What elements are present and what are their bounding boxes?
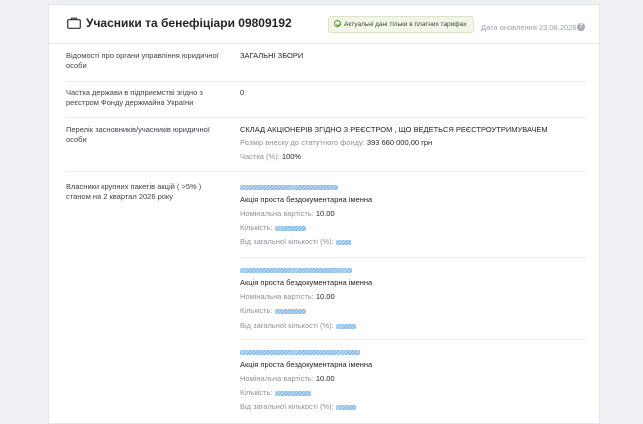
help-icon[interactable]: ? [577,23,585,31]
nominal-value: 10.00 [315,292,335,301]
shareholders-row: Власники крупних пакетів акцій ( >5% ) с… [66,171,587,421]
participants-card: Учасники та бенефіціари 09809192 Актуаль… [48,4,601,424]
briefcase-icon [67,17,81,29]
nominal-value: 10.00 [315,209,335,218]
nominal-value: 10.00 [315,374,335,383]
nominal-label: Номінальна вартість: [240,292,314,301]
hidden-value [240,267,352,273]
nominal-line: Номінальна вартість: 10.00 [240,209,335,218]
item-divider [240,257,587,258]
percent-label: Від загальної кількості (%): [240,237,334,246]
card-header: Учасники та бенефіціари 09809192 Актуаль… [49,5,601,44]
nominal-label: Номінальна вартість: [240,374,314,383]
founders-label: Перелік засновників/учасників юридичної … [66,125,210,144]
paid-plan-badge[interactable]: Актуальні дані тільки в платних тарифах [328,16,474,33]
item-divider [240,339,587,340]
percent-line: Від загальної кількості (%): [240,321,356,330]
percent-line: Від загальної кількості (%): [240,237,351,246]
share-type: Акція проста бездокументарна іменна [240,278,373,287]
quantity-label: Кількість: [240,223,273,232]
shareholder-name-hidden [240,265,352,274]
page-title: Учасники та бенефіціари 09809192 [86,16,292,30]
hidden-value [274,225,306,231]
state-share-label: Частка держави в підприємстві згідно з р… [66,88,203,107]
update-date: Дата оновлення 23.08.2026 [481,23,577,32]
share-type: Акція проста бездокументарна іменна [240,195,373,204]
governance-label: Відомості про органи управління юридично… [66,51,219,70]
nominal-label: Номінальна вартість: [240,209,314,218]
contribution-label: Розмір внеску до статутного фонду: [240,138,365,147]
hidden-value [335,239,351,245]
nominal-line: Номінальна вартість: 10.00 [240,374,335,383]
founders-row: Перелік засновників/учасників юридичної … [66,117,587,172]
governance-row: Відомості про органи управління юридично… [66,45,587,82]
hidden-value [274,390,311,396]
percent-line: Від загальної кількості (%): [240,402,356,411]
share-type: Акція проста бездокументарна іменна [240,360,373,369]
percent-label: Від загальної кількості (%): [240,402,334,411]
shareholders-label: Власники крупних пакетів акцій ( >5% ) с… [66,182,202,201]
contribution-line: Розмір внеску до статутного фонду: 393 6… [240,138,432,147]
nominal-line: Номінальна вартість: 10.00 [240,292,335,301]
quantity-line: Кількість: [240,223,306,232]
share-value: 100% [281,152,302,161]
share-label: Частка (%): [240,152,280,161]
quantity-label: Кількість: [240,306,273,315]
quantity-line: Кількість: [240,306,306,315]
contribution-value: 393 660 000,00 грн [366,138,433,147]
shareholder-name-hidden [240,182,338,191]
paid-plan-badge-label: Актуальні дані тільки в платних тарифах [344,21,467,28]
state-share-row: Частка держави в підприємстві згідно з р… [66,81,587,118]
hidden-value [335,404,356,410]
founders-value: СКЛАД АКЦІОНЕРІВ ЗГІДНО З РЕЄСТРОМ , ЩО … [240,125,548,134]
check-circle-icon [334,20,341,27]
hidden-value [240,184,338,190]
state-share-value: 0 [240,88,245,97]
hidden-value [274,308,306,314]
governance-value: ЗАГАЛЬНІ ЗБОРИ [240,51,304,60]
percent-label: Від загальної кількості (%): [240,321,334,330]
hidden-value [240,349,360,355]
quantity-label: Кількість: [240,388,273,397]
quantity-line: Кількість: [240,388,311,397]
share-line: Частка (%): 100% [240,152,301,161]
shareholder-name-hidden [240,347,360,356]
hidden-value [335,323,356,329]
